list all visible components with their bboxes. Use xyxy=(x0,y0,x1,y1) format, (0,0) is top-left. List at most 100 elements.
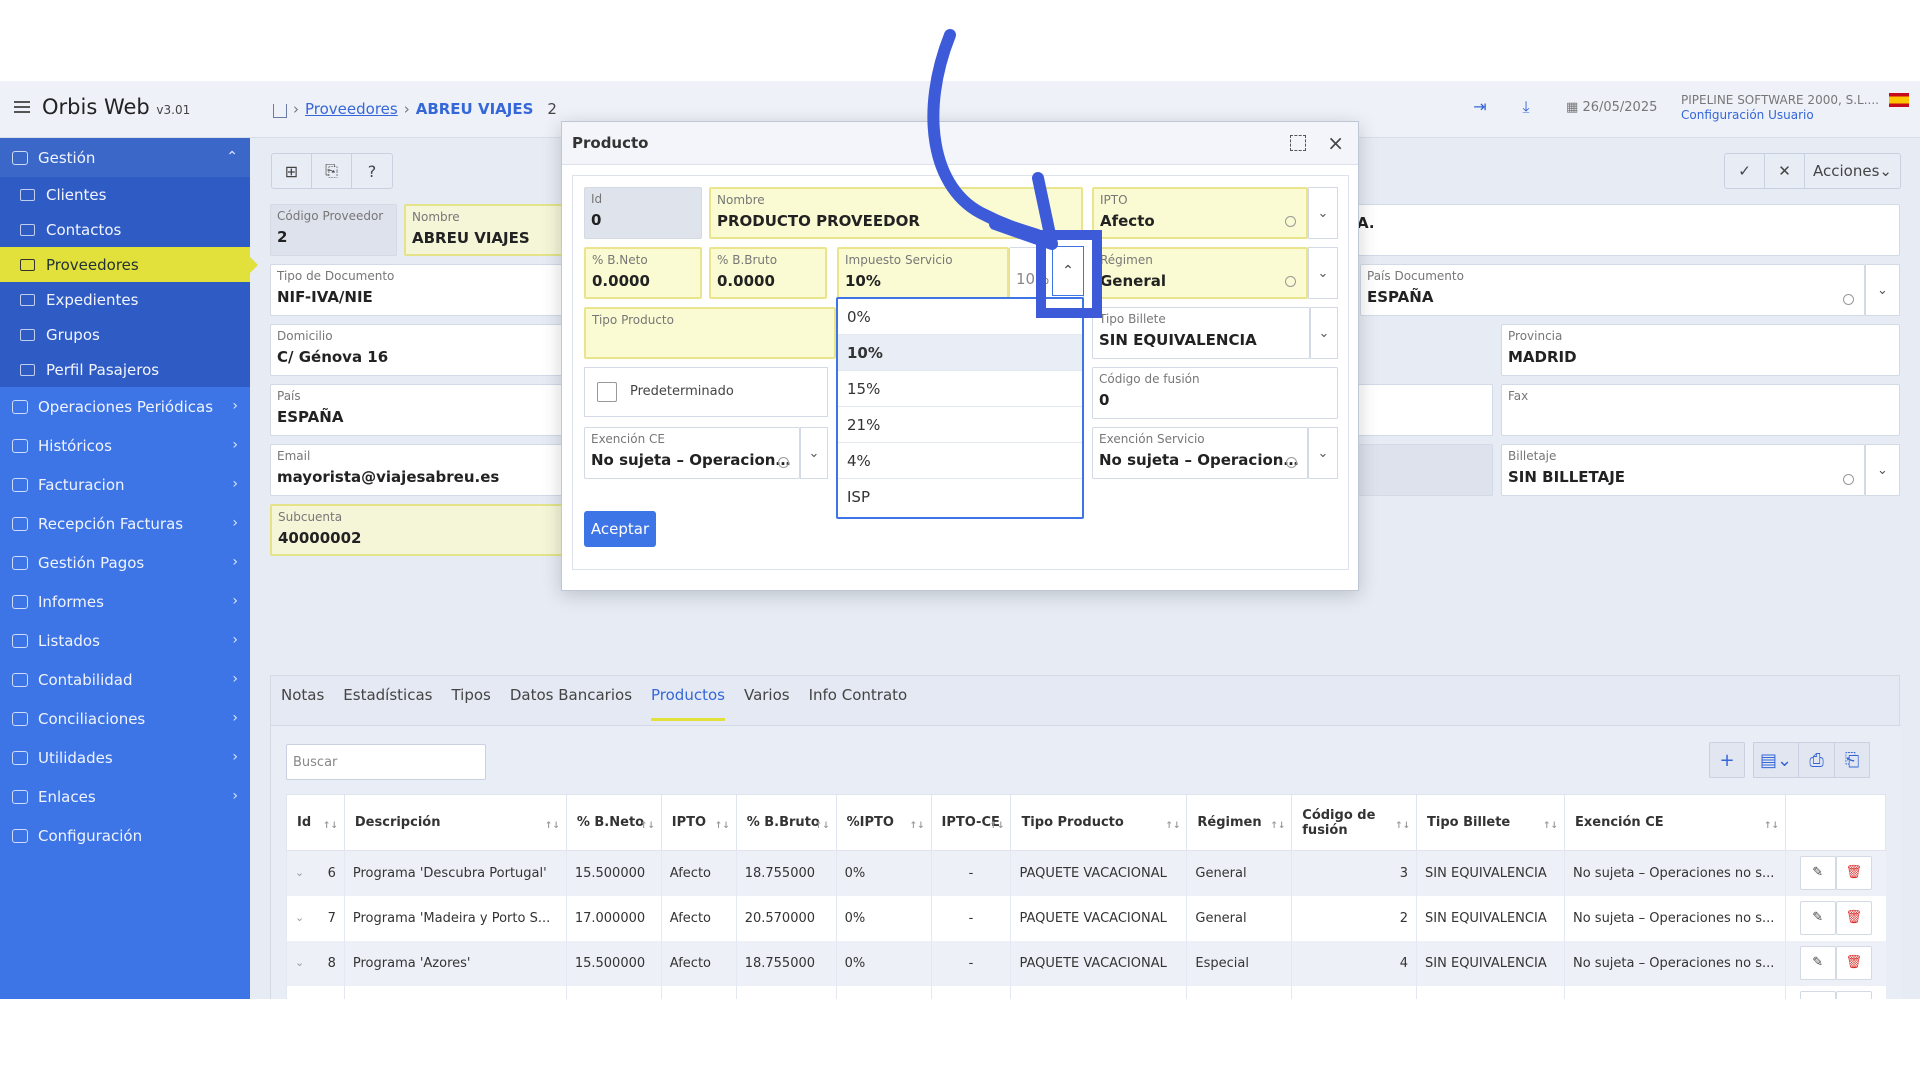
login-icon[interactable]: ⇥ xyxy=(1470,97,1490,117)
modal-regimen-dropdown[interactable]: ⌄ xyxy=(1308,247,1338,299)
dropdown-option-selected[interactable]: 10% xyxy=(838,335,1082,371)
table-row[interactable]: ⌄ 8 Programa 'Azores' 15.500000 Afecto 18.755… xyxy=(286,940,1886,986)
modal-exencion-servicio-field[interactable]: Exención Servicio No sujeta – Operacione.… xyxy=(1092,427,1308,479)
dropdown-option[interactable]: 4% xyxy=(838,443,1082,479)
user-config-link[interactable]: Configuración Usuario xyxy=(1681,108,1879,123)
menu-icon[interactable] xyxy=(14,101,30,113)
edit-row-button[interactable]: ✎ xyxy=(1799,991,1836,999)
col-exencion-ce[interactable]: Exención CE ↑↓ xyxy=(1563,794,1786,851)
columns-button[interactable]: ▤⌄ xyxy=(1753,742,1799,778)
expand-row-icon[interactable]: ⌄ xyxy=(295,866,304,879)
delete-row-button[interactable]: 🗑 xyxy=(1835,856,1872,891)
col-pipto[interactable]: %IPTO ↑↓ xyxy=(835,794,932,851)
sidebar-group-contabilidad[interactable]: Contabilidad › xyxy=(0,660,250,699)
sidebar-item-perfil-pasajeros[interactable]: Perfil Pasajeros xyxy=(0,352,250,387)
email-field[interactable]: Email mayorista@viajesabreu.es xyxy=(270,444,570,496)
subcuenta-field[interactable]: Subcuenta 40000002 xyxy=(270,504,570,556)
expand-row-icon[interactable]: ⌄ xyxy=(295,911,304,924)
col-ipto[interactable]: IPTO ↑↓ xyxy=(660,794,737,851)
sidebar-item-grupos[interactable]: Grupos xyxy=(0,317,250,352)
pais-documento-field[interactable]: País Documento ESPAÑA xyxy=(1360,264,1865,316)
cancel-button[interactable]: ✕ xyxy=(1765,154,1805,188)
col-tipo-producto[interactable]: Tipo Producto ↑↓ xyxy=(1010,794,1188,851)
billetaje-field[interactable]: Billetaje SIN BILLETAJE xyxy=(1501,444,1865,496)
attach-document-icon[interactable]: ⎘ xyxy=(312,154,352,188)
delete-row-button[interactable]: 🗑 xyxy=(1835,991,1872,999)
expand-row-icon[interactable]: ⌄ xyxy=(295,956,304,969)
tab-info-contrato[interactable]: Info Contrato xyxy=(809,686,908,721)
modal-bbruto-field[interactable]: % B.Bruto 0.0000 xyxy=(709,247,827,299)
nombre-field[interactable]: Nombre ABREU VIAJES xyxy=(404,204,564,256)
tipo-documento-field[interactable]: Tipo de Documento NIF-IVA/NIE xyxy=(270,264,570,316)
col-bbruto[interactable]: % B.Bruto ↑↓ xyxy=(735,794,837,851)
col-regimen[interactable]: Régimen ↑↓ xyxy=(1186,794,1293,851)
sidebar-item-expedientes[interactable]: Expedientes xyxy=(0,282,250,317)
codigo-proveedor-field[interactable]: Código Proveedor 2 xyxy=(270,204,397,256)
sidebar-group-historicos[interactable]: Históricos › xyxy=(0,426,250,465)
tab-datos-bancarios[interactable]: Datos Bancarios xyxy=(510,686,632,721)
predeterminado-checkbox-row[interactable]: Predeterminado xyxy=(584,367,828,417)
sidebar-group-enlaces[interactable]: Enlaces › xyxy=(0,777,250,816)
table-row[interactable]: ⌄ 7 Programa 'Madeira y Porto S... 17.00000… xyxy=(286,895,1886,941)
sidebar-group-pagos[interactable]: Gestión Pagos › xyxy=(0,543,250,582)
close-icon[interactable]: × xyxy=(1327,131,1344,155)
dropdown-option[interactable]: ISP xyxy=(838,479,1082,515)
col-ipto-ce[interactable]: IPTO-CE ↑↓ xyxy=(930,794,1012,851)
tab-varios[interactable]: Varios xyxy=(744,686,790,721)
acciones-button[interactable]: Acciones ⌄ xyxy=(1805,154,1900,188)
modal-tipo-billete-dropdown[interactable]: ⌄ xyxy=(1310,307,1338,359)
sidebar-group-configuracion[interactable]: Configuración xyxy=(0,816,250,855)
grid-search-input[interactable]: Buscar xyxy=(286,744,486,780)
sidebar-group-recepcion[interactable]: Recepción Facturas › xyxy=(0,504,250,543)
modal-exencion-ce-dropdown[interactable]: ⌄ xyxy=(800,427,828,479)
col-descripcion[interactable]: Descripción ↑↓ xyxy=(343,794,567,851)
add-button[interactable]: + xyxy=(1709,742,1745,778)
billetaje-dropdown[interactable]: ⌄ xyxy=(1865,444,1900,496)
download-icon[interactable]: ⤓ xyxy=(1516,97,1536,117)
tab-notas[interactable]: Notas xyxy=(281,686,324,721)
modal-codigo-fusion-field[interactable]: Código de fusión 0 xyxy=(1092,367,1338,419)
table-row[interactable]: ⌄9Programa 'Cabo Verde'15.500000Afecto18… xyxy=(286,985,1886,999)
export-pdf-button[interactable]: ⎗ xyxy=(1834,742,1871,778)
domicilio-field[interactable]: Domicilio C/ Génova 16 xyxy=(270,324,570,376)
predeterminado-checkbox[interactable] xyxy=(597,382,617,402)
delete-row-button[interactable]: 🗑 xyxy=(1835,901,1872,935)
modal-nombre-field[interactable]: Nombre PRODUCTO PROVEEDOR xyxy=(709,187,1083,239)
export-excel-button[interactable]: ⎙ xyxy=(1798,742,1835,778)
home-icon[interactable] xyxy=(273,104,287,118)
confirm-button[interactable]: ✓ xyxy=(1725,154,1765,188)
delete-row-button[interactable]: 🗑 xyxy=(1835,946,1872,980)
modal-exencion-ce-field[interactable]: Exención CE No sujeta – Operacione... xyxy=(584,427,800,479)
modal-tipo-producto-field[interactable]: Tipo Producto xyxy=(584,307,836,359)
web-document-icon[interactable]: ⊞ xyxy=(272,154,312,188)
breadcrumb-proveedores[interactable]: Proveedores xyxy=(305,100,398,118)
telefono-field[interactable] xyxy=(1350,384,1493,436)
sidebar-group-conciliaciones[interactable]: Conciliaciones › xyxy=(0,699,250,738)
tab-tipos[interactable]: Tipos xyxy=(451,686,490,721)
modal-regimen-field[interactable]: Régimen General xyxy=(1092,247,1308,299)
sidebar-group-facturacion[interactable]: Facturacion › xyxy=(0,465,250,504)
sidebar-item-contactos[interactable]: Contactos xyxy=(0,212,250,247)
maximize-icon[interactable] xyxy=(1290,135,1306,151)
col-codigo-fusion[interactable]: Código de fusión ↑↓ xyxy=(1291,794,1418,851)
sidebar-group-informes[interactable]: Informes › xyxy=(0,582,250,621)
col-tipo-billete[interactable]: Tipo Billete ↑↓ xyxy=(1416,794,1565,851)
col-bneto[interactable]: % B.Neto ↑↓ xyxy=(565,794,662,851)
sidebar-group-operaciones[interactable]: Operaciones Periódicas › xyxy=(0,387,250,426)
edit-row-button[interactable]: ✎ xyxy=(1799,856,1836,891)
modal-ipto-field[interactable]: IPTO Afecto xyxy=(1092,187,1308,239)
edit-row-button[interactable]: ✎ xyxy=(1799,946,1836,980)
sidebar-group-listados[interactable]: Listados › xyxy=(0,621,250,660)
pais-field[interactable]: País ESPAÑA xyxy=(270,384,570,436)
modal-impuesto-servicio-field[interactable]: Impuesto Servicio 10% xyxy=(837,247,1009,299)
tab-productos[interactable]: Productos xyxy=(651,686,725,721)
provincia-field[interactable]: Provincia MADRID xyxy=(1501,324,1900,376)
modal-ipto-dropdown[interactable]: ⌄ xyxy=(1308,187,1338,239)
col-id[interactable]: Id ↑↓ xyxy=(286,794,345,851)
spain-flag-icon[interactable] xyxy=(1889,93,1909,107)
sidebar-item-clientes[interactable]: Clientes xyxy=(0,177,250,212)
fax-field[interactable]: Fax xyxy=(1501,384,1900,436)
tab-estadisticas[interactable]: Estadísticas xyxy=(343,686,432,721)
modal-exencion-servicio-dropdown[interactable]: ⌄ xyxy=(1308,427,1338,479)
aceptar-button[interactable]: Aceptar xyxy=(584,511,656,547)
